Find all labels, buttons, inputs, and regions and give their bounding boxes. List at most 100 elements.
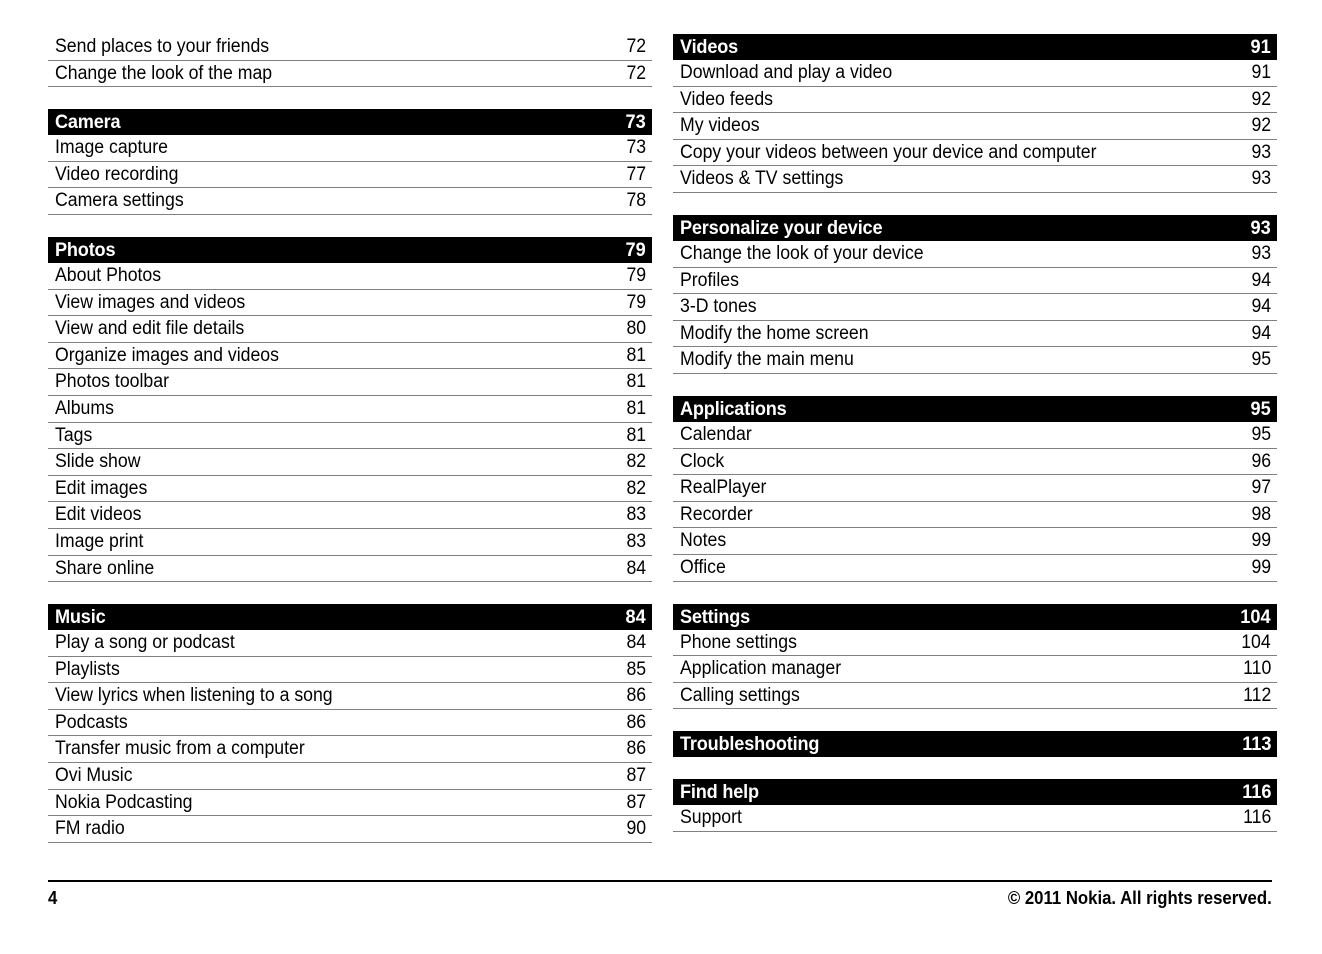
page-footer: 4 © 2011 Nokia. All rights reserved.: [48, 880, 1272, 909]
toc-entry[interactable]: Slide show 82: [48, 449, 652, 476]
toc-entry[interactable]: View and edit file details 80: [48, 316, 652, 343]
toc-entry[interactable]: Edit videos 83: [48, 502, 652, 529]
toc-entry[interactable]: Videos & TV settings 93: [673, 166, 1277, 193]
toc-entry-page: 110: [1242, 658, 1271, 680]
toc-left-column: Send places to your friends 72 Change the …: [48, 34, 652, 843]
toc-entry-page: 86: [626, 738, 646, 760]
toc-entry-page: 93: [1251, 168, 1271, 190]
toc-entry-title: Modify the home screen: [680, 322, 869, 344]
toc-entry-page: 79: [626, 291, 646, 313]
toc-section-header[interactable]: Music 84: [48, 604, 652, 631]
toc-entry-title: Office: [680, 556, 726, 578]
toc-entry[interactable]: Nokia Podcasting 87: [48, 790, 652, 817]
toc-section-header[interactable]: Applications 95: [673, 395, 1277, 422]
toc-section-title: Settings: [680, 605, 751, 628]
toc-section-header[interactable]: Troubleshooting 113: [673, 731, 1277, 758]
toc-entry-page: 95: [1251, 423, 1271, 445]
toc-entry[interactable]: FM radio 90: [48, 816, 652, 843]
toc-entry-title: View images and videos: [55, 291, 246, 313]
toc-entry[interactable]: Play a song or podcast 84: [48, 630, 652, 657]
toc-section-page: 93: [1250, 216, 1271, 239]
toc-entry[interactable]: Recorder 98: [673, 502, 1277, 529]
toc-entry[interactable]: Share online 84: [48, 556, 652, 583]
toc-entry-page: 87: [626, 765, 646, 787]
toc-entry[interactable]: Notes 99: [673, 528, 1277, 555]
toc-entry-title: Camera settings: [55, 190, 184, 212]
toc-entry-page: 84: [626, 557, 646, 579]
toc-entry[interactable]: Ovi Music 87: [48, 763, 652, 790]
toc-entry[interactable]: Send places to your friends 72: [48, 34, 652, 61]
toc-entry-page: 85: [626, 658, 646, 680]
toc-section: Videos 91 Download and play a video 91 Video…: [673, 34, 1277, 193]
toc-entry[interactable]: Calendar 95: [673, 422, 1277, 449]
toc-entry-page: 90: [626, 818, 646, 840]
toc-entry[interactable]: RealPlayer 97: [673, 475, 1277, 502]
toc-section-header[interactable]: Personalize your device 93: [673, 214, 1277, 241]
toc-entry[interactable]: Camera settings 78: [48, 188, 652, 215]
toc-entry[interactable]: Image print 83: [48, 529, 652, 556]
toc-entry[interactable]: Organize images and videos 81: [48, 343, 652, 370]
toc-entry-title: FM radio: [55, 818, 125, 840]
toc-entry[interactable]: Podcasts 86: [48, 710, 652, 737]
toc-section-header[interactable]: Settings 104: [673, 603, 1277, 630]
toc-entry[interactable]: Image capture 73: [48, 135, 652, 162]
toc-entry[interactable]: Edit images 82: [48, 476, 652, 503]
toc-entry[interactable]: Profiles 94: [673, 268, 1277, 295]
toc-entry[interactable]: Modify the home screen 94: [673, 321, 1277, 348]
toc-entry[interactable]: Download and play a video 91: [673, 60, 1277, 87]
toc-entry[interactable]: Albums 81: [48, 396, 652, 423]
toc-entry[interactable]: Change the look of the map 72: [48, 61, 652, 88]
toc-entry-page: 81: [626, 344, 646, 366]
toc-section-header[interactable]: Photos 79: [48, 236, 652, 263]
toc-entry[interactable]: Application manager 110: [673, 656, 1277, 683]
toc-entry[interactable]: Copy your videos between your device and…: [673, 140, 1277, 167]
toc-entry-title: Clock: [680, 450, 725, 472]
toc-continued-group: Send places to your friends 72 Change the …: [48, 34, 652, 88]
toc-section: Find help 116 Support 116: [673, 779, 1277, 832]
toc-entry[interactable]: Change the look of your device 93: [673, 241, 1277, 268]
toc-entry-page: 94: [1251, 269, 1271, 291]
toc-entry-page: 81: [626, 424, 646, 446]
toc-section-header[interactable]: Find help 116: [673, 779, 1277, 806]
toc-entry[interactable]: View lyrics when listening to a song 86: [48, 683, 652, 710]
toc-entry-page: 78: [626, 190, 646, 212]
toc-entry[interactable]: Video recording 77: [48, 162, 652, 189]
toc-entry[interactable]: Tags 81: [48, 423, 652, 450]
toc-section: Camera 73 Image capture 73 Video recording 77…: [48, 109, 652, 215]
toc-entry-page: 86: [626, 685, 646, 707]
toc-section-page: 113: [1241, 733, 1271, 756]
toc-entry-title: Video recording: [55, 163, 179, 185]
toc-entry-page: 92: [1251, 88, 1271, 110]
toc-section: Music 84 Play a song or podcast 84 Playlists…: [48, 604, 652, 843]
toc-section-page: 116: [1241, 781, 1271, 804]
toc-entry[interactable]: Photos toolbar 81: [48, 369, 652, 396]
toc-entry-page: 82: [626, 477, 646, 499]
toc-entry-page: 99: [1251, 556, 1271, 578]
toc-entry-page: 99: [1251, 530, 1271, 552]
toc-section-header[interactable]: Camera 73: [48, 109, 652, 136]
toc-entry[interactable]: Video feeds 92: [673, 87, 1277, 114]
toc-entry[interactable]: Calling settings 112: [673, 683, 1277, 710]
toc-entry-page: 83: [626, 530, 646, 552]
toc-entry-page: 77: [626, 163, 646, 185]
toc-entry-title: About Photos: [55, 264, 162, 286]
toc-entry[interactable]: Modify the main menu 95: [673, 347, 1277, 374]
toc-section-page: 73: [625, 111, 646, 134]
toc-entry[interactable]: Transfer music from a computer 86: [48, 736, 652, 764]
toc-entry[interactable]: 3-D tones 94: [673, 294, 1277, 321]
toc-section-header[interactable]: Videos 91: [673, 34, 1277, 60]
toc-entry[interactable]: About Photos 79: [48, 263, 652, 290]
toc-entry[interactable]: Office 99: [673, 555, 1277, 582]
toc-entry-title: Transfer music from a computer: [55, 738, 305, 760]
toc-entry[interactable]: My videos 92: [673, 113, 1277, 140]
toc-entry[interactable]: Playlists 85: [48, 657, 652, 684]
toc-entry[interactable]: Phone settings 104: [673, 630, 1277, 657]
toc-entry-title: Image print: [55, 530, 144, 552]
toc-entry[interactable]: Support 116: [673, 805, 1277, 832]
toc-section-page: 104: [1240, 605, 1271, 628]
toc-entry-title: Video feeds: [680, 88, 774, 110]
toc-entry[interactable]: View images and videos 79: [48, 290, 652, 317]
toc-entry-page: 98: [1251, 503, 1271, 525]
toc-entry[interactable]: Clock 96: [673, 449, 1277, 476]
toc-entry-title: Image capture: [55, 137, 168, 159]
